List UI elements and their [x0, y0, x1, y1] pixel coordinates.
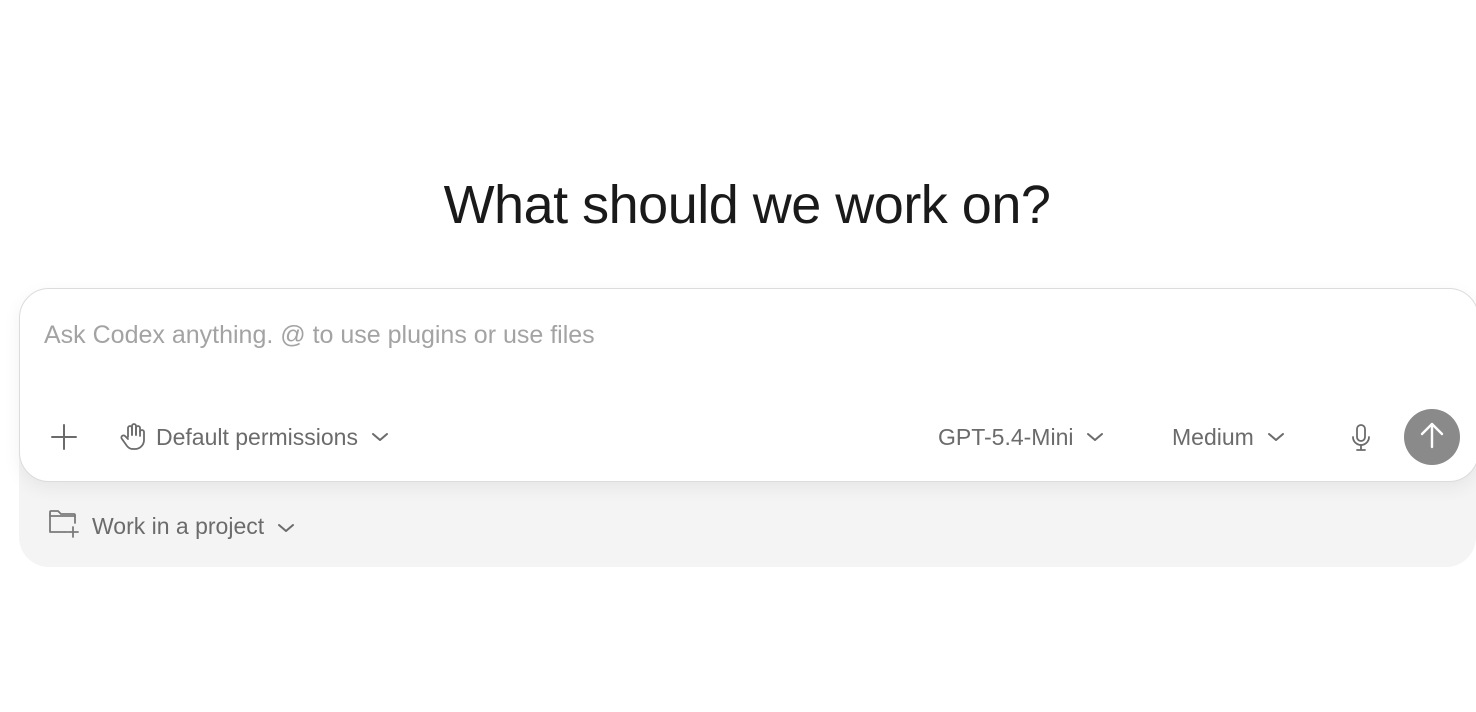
page: What should we work on? Work in a projec…	[0, 0, 1476, 712]
arrow-up-icon	[1418, 420, 1446, 455]
plus-icon	[50, 423, 78, 451]
reasoning-effort-dropdown[interactable]: Medium	[1172, 421, 1286, 453]
effort-label: Medium	[1172, 423, 1254, 450]
voice-input-button[interactable]	[1346, 421, 1376, 455]
chevron-down-icon	[1266, 431, 1286, 443]
model-dropdown[interactable]: GPT-5.4-Mini	[938, 421, 1105, 453]
microphone-icon	[1350, 423, 1372, 453]
permissions-label: Default permissions	[156, 423, 358, 450]
folder-plus-icon	[48, 508, 80, 544]
hand-icon	[120, 423, 146, 451]
page-title: What should we work on?	[443, 175, 1051, 235]
permissions-dropdown[interactable]: Default permissions	[120, 421, 390, 453]
send-button[interactable]	[1404, 409, 1460, 465]
work-in-project-label: Work in a project	[92, 512, 265, 539]
chevron-down-icon	[370, 431, 390, 443]
composer: Default permissions GPT-5.4-Mini Medium	[19, 288, 1476, 482]
prompt-input[interactable]	[44, 315, 1444, 355]
add-attachment-button[interactable]	[48, 421, 80, 453]
chevron-down-icon	[276, 513, 296, 540]
model-label: GPT-5.4-Mini	[938, 423, 1074, 450]
chevron-down-icon	[1085, 431, 1105, 443]
work-in-project-button[interactable]: Work in a project	[48, 508, 296, 544]
